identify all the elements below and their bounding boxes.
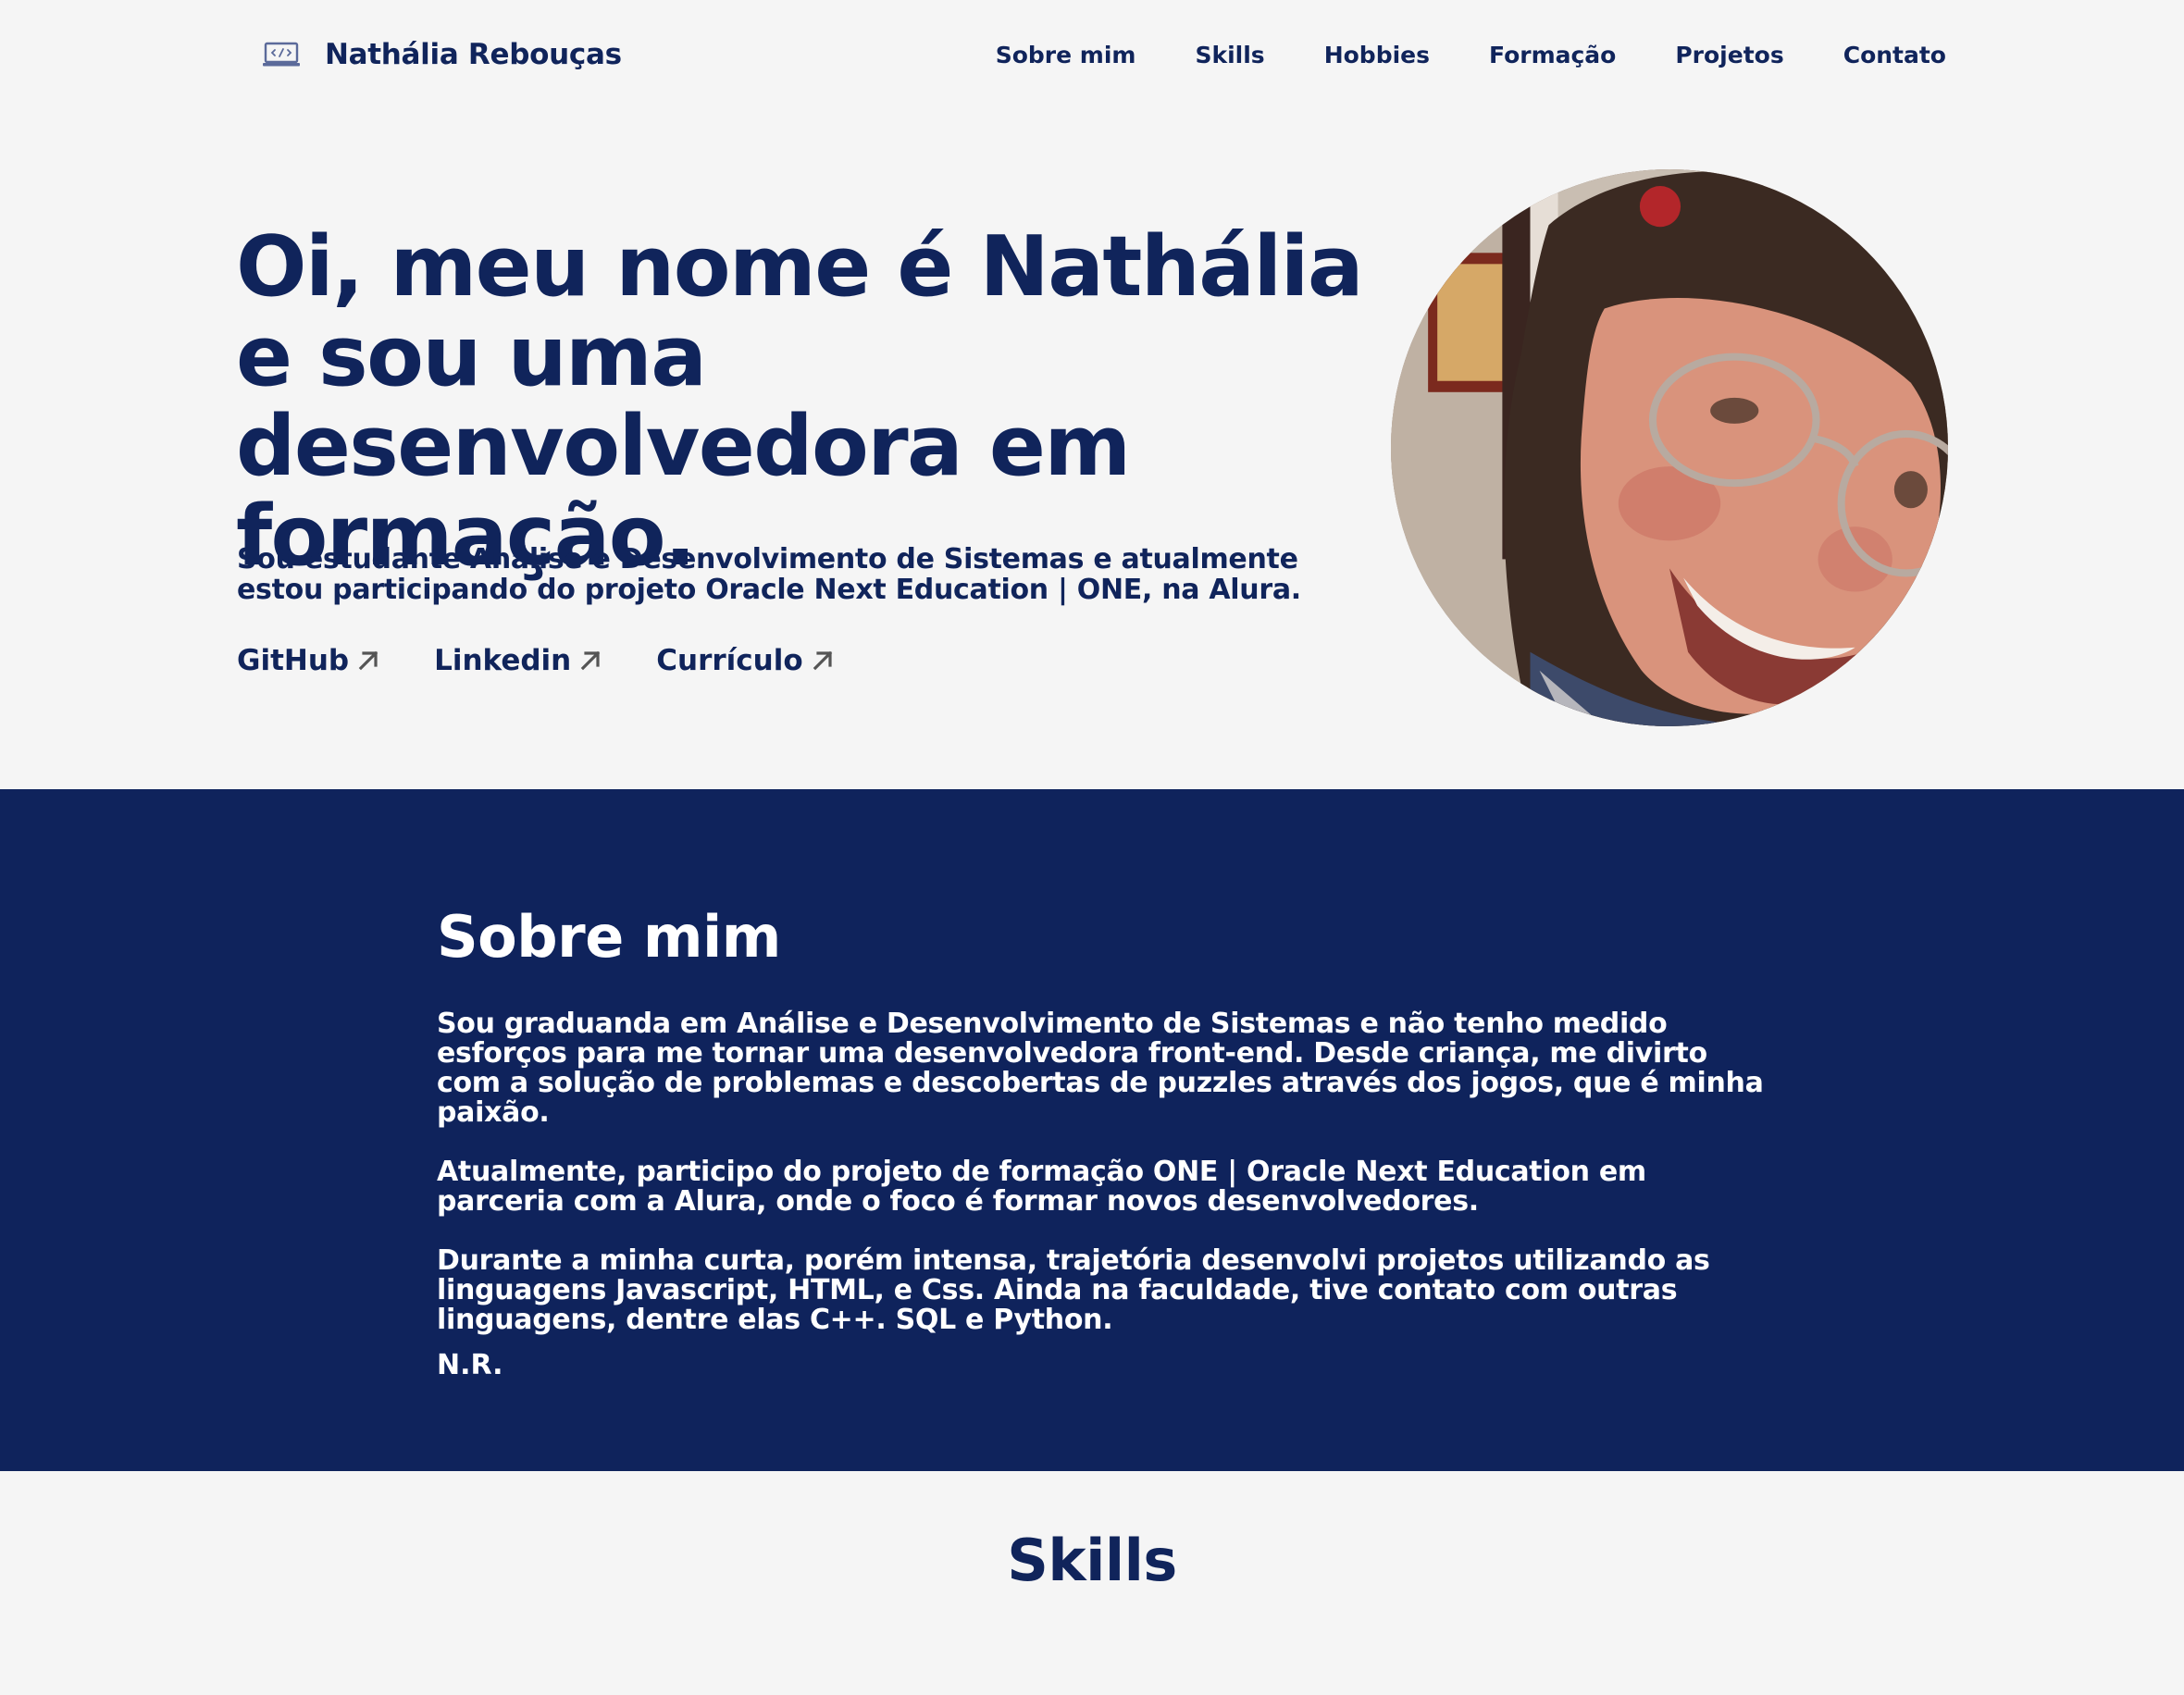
about-paragraph: Sou graduanda em Análise e Desenvolvimen… bbox=[437, 1008, 1764, 1129]
linkedin-link-label: Linkedin bbox=[434, 644, 572, 677]
arrow-up-right-icon bbox=[813, 650, 832, 671]
curriculo-link[interactable]: Currículo bbox=[656, 644, 834, 677]
brand-name: Nathália Rebouças bbox=[325, 38, 622, 71]
about-section: Sobre mim Sou graduanda em Análise e Des… bbox=[0, 789, 2184, 1471]
profile-photo-illustration bbox=[1391, 169, 1948, 726]
arrow-up-right-icon bbox=[580, 650, 601, 671]
site-header: Nathália Rebouças Sobre mim Skills Hobbi… bbox=[0, 0, 2184, 109]
nav-item-contato[interactable]: Contato bbox=[1843, 42, 1946, 68]
about-paragraph: Durante a minha curta, porém intensa, tr… bbox=[437, 1244, 1710, 1336]
portfolio-page: Nathália Rebouças Sobre mim Skills Hobbi… bbox=[0, 0, 2184, 1695]
about-signature: N.R. bbox=[437, 1349, 503, 1381]
skills-title: Skills bbox=[1007, 1527, 1177, 1594]
nav-item-sobre-mim[interactable]: Sobre mim bbox=[996, 42, 1136, 68]
hero-links: GitHub Linkedin Currículo bbox=[237, 644, 835, 677]
laptop-code-icon bbox=[263, 42, 300, 67]
about-paragraph: Atualmente, participo do projeto de form… bbox=[437, 1156, 1646, 1218]
linkedin-link[interactable]: Linkedin bbox=[434, 644, 602, 677]
hero-section: Oi, meu nome é Nathália e sou uma desenv… bbox=[0, 109, 2184, 789]
github-link-label: GitHub bbox=[237, 644, 350, 677]
hero-title: Oi, meu nome é Nathália e sou uma desenv… bbox=[236, 218, 1364, 585]
arrow-up-right-icon bbox=[358, 650, 378, 671]
about-body: Sou graduanda em Análise e Desenvolvimen… bbox=[437, 1009, 1769, 1365]
main-nav: Sobre mim Skills Hobbies Formação Projet… bbox=[996, 42, 1946, 68]
nav-item-projetos[interactable]: Projetos bbox=[1675, 42, 1783, 68]
curriculo-link-label: Currículo bbox=[656, 644, 803, 677]
github-link[interactable]: GitHub bbox=[237, 644, 380, 677]
nav-item-formacao[interactable]: Formação bbox=[1489, 42, 1616, 68]
about-title: Sobre mim bbox=[437, 903, 781, 971]
nav-item-hobbies[interactable]: Hobbies bbox=[1324, 42, 1430, 68]
profile-photo bbox=[1391, 169, 1948, 726]
brand[interactable]: Nathália Rebouças bbox=[262, 38, 622, 71]
hero-description: Sou estudante Análise e Desenvolvimento … bbox=[237, 543, 1301, 606]
nav-item-skills[interactable]: Skills bbox=[1195, 42, 1264, 68]
